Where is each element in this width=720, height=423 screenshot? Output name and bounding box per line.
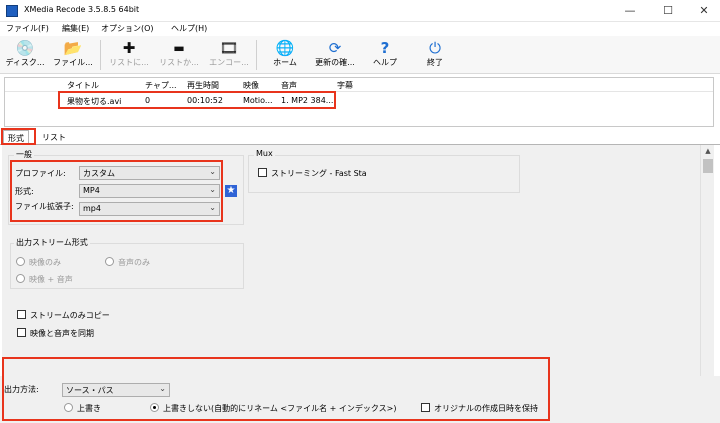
chevron-down-icon: ⌄ bbox=[209, 185, 216, 194]
video-only-radio[interactable] bbox=[16, 257, 25, 266]
sync-av-label: 映像と音声を同期 bbox=[30, 329, 94, 338]
toolbar: 💿 ディスク... 📂 ファイル... ✚ リストに... ▬ リストか... … bbox=[0, 36, 720, 74]
power-icon: ⏻ bbox=[429, 39, 441, 57]
menu-edit[interactable]: 編集(E) bbox=[62, 23, 89, 34]
profile-label: プロファイル: bbox=[15, 169, 66, 178]
column-chapter[interactable]: チャプ... bbox=[145, 80, 185, 91]
minus-icon: ▬ bbox=[173, 41, 185, 55]
remove-from-list-button[interactable]: ▬ リストか... bbox=[156, 38, 202, 72]
keep-date-checkbox[interactable] bbox=[421, 403, 430, 412]
column-audio[interactable]: 音声 bbox=[281, 80, 335, 91]
profile-value: カスタム bbox=[83, 169, 115, 178]
video-audio-label: 映像 + 音声 bbox=[29, 275, 73, 284]
toolbar-separator bbox=[256, 40, 257, 70]
open-file-button[interactable]: 📂 ファイル... bbox=[50, 38, 96, 72]
plus-icon: ✚ bbox=[122, 39, 136, 57]
help-label: ヘルプ bbox=[373, 58, 397, 67]
tab-format[interactable]: 形式 bbox=[3, 130, 29, 144]
audio-only-radio[interactable] bbox=[105, 257, 114, 266]
toolbar-separator bbox=[100, 40, 101, 70]
format-value: MP4 bbox=[83, 186, 100, 195]
output-stream-title: 出力ストリーム形式 bbox=[14, 237, 90, 248]
output-method-value: ソース・パス bbox=[66, 386, 114, 395]
chevron-down-icon: ⌄ bbox=[159, 384, 166, 393]
check-update-button[interactable]: ⟳ 更新の確... bbox=[312, 38, 358, 72]
refresh-icon: ⟳ bbox=[328, 39, 342, 57]
home-button[interactable]: 🌐 ホーム bbox=[262, 38, 308, 72]
overwrite-label: 上書き bbox=[77, 404, 101, 413]
window-title: XMedia Recode 3.5.8.5 64bit bbox=[24, 5, 140, 14]
help-icon: ? bbox=[380, 39, 390, 57]
column-duration[interactable]: 再生時間 bbox=[187, 80, 239, 91]
chevron-down-icon: ⌄ bbox=[209, 203, 216, 212]
sync-av-checkbox[interactable] bbox=[17, 328, 26, 337]
file-list-header: タイトル チャプ... 再生時間 映像 音声 字幕 bbox=[5, 78, 713, 92]
add-to-list-label: リストに... bbox=[109, 58, 149, 67]
globe-icon: 🌐 bbox=[275, 39, 295, 57]
general-group-title: 一般 bbox=[14, 149, 34, 160]
output-method-label: 出力方法: bbox=[4, 385, 39, 394]
column-subtitle[interactable]: 字幕 bbox=[337, 80, 367, 91]
check-update-label: 更新の確... bbox=[315, 58, 355, 67]
overwrite-radio[interactable] bbox=[64, 403, 73, 412]
scroll-up-icon[interactable]: ▲ bbox=[701, 145, 715, 157]
remove-from-list-label: リストか... bbox=[159, 58, 199, 67]
encode-label: エンコー... bbox=[209, 58, 249, 67]
disc-icon: 💿 bbox=[15, 39, 35, 57]
table-row[interactable]: 果物を切る.avi 0 00:10:52 Motio... 1. MP2 384… bbox=[5, 94, 713, 108]
cell-video: Motio... bbox=[243, 96, 273, 105]
encode-icon: 🎞 bbox=[219, 39, 239, 57]
output-method-area: 出力方法: ソース・パス ⌄ 上書き 上書きしない(自動的にリネーム <ファイル… bbox=[0, 376, 720, 423]
file-open-icon: 📂 bbox=[63, 39, 83, 57]
ext-value: mp4 bbox=[83, 204, 101, 213]
exit-button[interactable]: ⏻ 終了 bbox=[412, 38, 458, 72]
open-disc-label: ディスク... bbox=[5, 58, 45, 67]
app-icon bbox=[6, 5, 18, 17]
open-file-label: ファイル... bbox=[53, 58, 93, 67]
video-audio-radio[interactable] bbox=[16, 274, 25, 283]
cell-chapter: 0 bbox=[145, 96, 151, 105]
help-button[interactable]: ? ヘルプ bbox=[362, 38, 408, 72]
menu-bar: ファイル(F) 編集(E) オプション(O) ヘルプ(H) bbox=[0, 22, 720, 36]
tab-list[interactable]: リスト bbox=[38, 130, 70, 144]
format-select[interactable]: MP4 ⌄ bbox=[79, 184, 220, 198]
title-bar: XMedia Recode 3.5.8.5 64bit — ☐ ✕ bbox=[0, 0, 720, 22]
format-label: 形式: bbox=[15, 187, 34, 196]
ext-label: ファイル拡張子: bbox=[15, 202, 74, 211]
cell-title: 果物を切る.avi bbox=[67, 97, 122, 106]
mux-group-title: Mux bbox=[254, 149, 275, 158]
no-overwrite-radio[interactable] bbox=[150, 403, 159, 412]
keep-date-label: オリジナルの作成日時を保持 bbox=[434, 404, 538, 413]
fast-start-checkbox[interactable] bbox=[258, 168, 267, 177]
stream-copy-label: ストリームのみコピー bbox=[30, 311, 110, 320]
file-list[interactable]: タイトル チャプ... 再生時間 映像 音声 字幕 果物を切る.avi 0 00… bbox=[4, 77, 714, 127]
cell-audio: 1. MP2 384... bbox=[281, 96, 334, 105]
scroll-thumb[interactable] bbox=[703, 159, 713, 173]
output-method-select[interactable]: ソース・パス ⌄ bbox=[62, 383, 170, 397]
cell-duration: 00:10:52 bbox=[187, 96, 223, 105]
fast-start-label: ストリーミング - Fast Sta bbox=[271, 169, 367, 178]
close-button[interactable]: ✕ bbox=[686, 0, 720, 22]
menu-help[interactable]: ヘルプ(H) bbox=[171, 23, 207, 34]
ext-select[interactable]: mp4 ⌄ bbox=[79, 202, 220, 216]
no-overwrite-label: 上書きしない(自動的にリネーム <ファイル名 + インデックス>) bbox=[163, 404, 397, 413]
column-title[interactable]: タイトル bbox=[67, 80, 143, 91]
minimize-button[interactable]: — bbox=[612, 0, 648, 22]
profile-select[interactable]: カスタム ⌄ bbox=[79, 166, 220, 180]
audio-only-label: 音声のみ bbox=[118, 258, 150, 267]
stream-copy-checkbox[interactable] bbox=[17, 310, 26, 319]
menu-options[interactable]: オプション(O) bbox=[101, 23, 154, 34]
favorite-star-icon[interactable]: ★ bbox=[225, 185, 237, 197]
menu-file[interactable]: ファイル(F) bbox=[6, 23, 49, 34]
column-video[interactable]: 映像 bbox=[243, 80, 279, 91]
video-only-label: 映像のみ bbox=[29, 258, 61, 267]
add-to-list-button[interactable]: ✚ リストに... bbox=[106, 38, 152, 72]
home-label: ホーム bbox=[273, 58, 297, 67]
open-disc-button[interactable]: 💿 ディスク... bbox=[2, 38, 48, 72]
chevron-down-icon: ⌄ bbox=[209, 167, 216, 176]
maximize-button[interactable]: ☐ bbox=[650, 0, 686, 22]
encode-button[interactable]: 🎞 エンコー... bbox=[206, 38, 252, 72]
exit-label: 終了 bbox=[427, 58, 443, 67]
